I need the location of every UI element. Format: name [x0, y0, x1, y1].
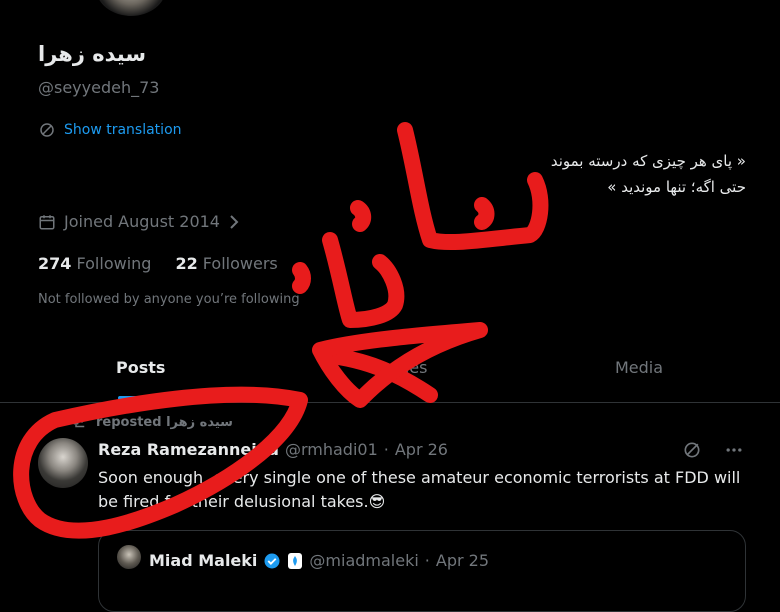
more-options-icon[interactable] — [724, 440, 744, 460]
repost-line: سیده زهرا reposted — [70, 414, 233, 430]
profile-display-name: سیده زهرا — [38, 42, 146, 66]
following-count: 274 — [38, 254, 72, 273]
joined-date[interactable]: Joined August 2014 — [38, 212, 240, 231]
tweet-text: Soon enough, every single one of these a… — [98, 468, 741, 511]
quoted-tweet-card[interactable]: Miad Maleki @miadmaleki · Apr 25 — [98, 530, 746, 612]
joined-label: Joined August 2014 — [64, 212, 220, 231]
scribble-dot-1 — [350, 200, 372, 232]
tweet-author-name[interactable]: Reza Ramezannejad — [98, 440, 279, 459]
followers-link[interactable]: 22 Followers — [175, 254, 277, 273]
not-followed-note: Not followed by anyone you’re following — [38, 292, 300, 307]
following-link[interactable]: 274 Following — [38, 254, 151, 273]
dot-separator: · — [383, 440, 389, 459]
repost-label: سیده زهرا reposted — [96, 414, 233, 430]
bio-line-2: حتی اگه؛ تنها موندید » — [607, 178, 746, 196]
follow-counts: 274 Following 22 Followers — [38, 254, 278, 273]
verified-badge-icon — [264, 553, 280, 568]
show-translation-link[interactable]: Show translation — [38, 121, 182, 139]
scribble-dot-3 — [292, 262, 311, 294]
quote-header: Miad Maleki @miadmaleki · Apr 25 — [149, 551, 489, 570]
tab-replies[interactable]: Replies — [370, 358, 427, 377]
tab-media[interactable]: Media — [615, 358, 663, 377]
translate-icon — [40, 123, 54, 137]
quote-date[interactable]: Apr 25 — [436, 551, 489, 570]
profile-avatar[interactable] — [96, 0, 166, 16]
tweet-header: Reza Ramezannejad @rmhadi01 · Apr 26 — [98, 440, 448, 459]
tweet-actions — [682, 440, 744, 460]
followers-count: 22 — [175, 254, 198, 273]
quote-author-handle[interactable]: @miadmaleki — [309, 551, 418, 570]
show-translation-label: Show translation — [64, 122, 182, 138]
following-label: Following — [76, 254, 152, 273]
tweet-author-handle[interactable]: @rmhadi01 — [285, 440, 378, 459]
scribble-glyph-2 — [322, 232, 405, 328]
tweet-date[interactable]: Apr 26 — [395, 440, 448, 459]
quote-author-avatar[interactable] — [117, 545, 141, 569]
chevron-right-icon — [230, 214, 239, 229]
profile-handle: @seyyedeh_73 — [38, 78, 160, 97]
scribble-dot-2 — [474, 197, 495, 230]
grok-icon[interactable] — [682, 440, 702, 460]
calendar-icon — [39, 214, 55, 229]
followers-label: Followers — [202, 254, 278, 273]
quote-dot-separator: · — [424, 551, 430, 570]
bio-line-1: « پای هر چیزی که درسته بموند — [550, 152, 746, 170]
repost-icon — [73, 416, 85, 428]
affiliate-badge-icon — [288, 552, 303, 569]
profile-tabs: Posts Replies Media — [0, 340, 780, 403]
quote-author-name[interactable]: Miad Maleki — [149, 551, 257, 570]
tab-posts[interactable]: Posts — [116, 358, 165, 377]
active-tab-indicator — [118, 396, 174, 400]
profile-bio: « پای هر چیزی که درسته بموند حتی اگه؛ تن… — [446, 148, 746, 200]
tweet-author-avatar[interactable] — [38, 438, 88, 488]
